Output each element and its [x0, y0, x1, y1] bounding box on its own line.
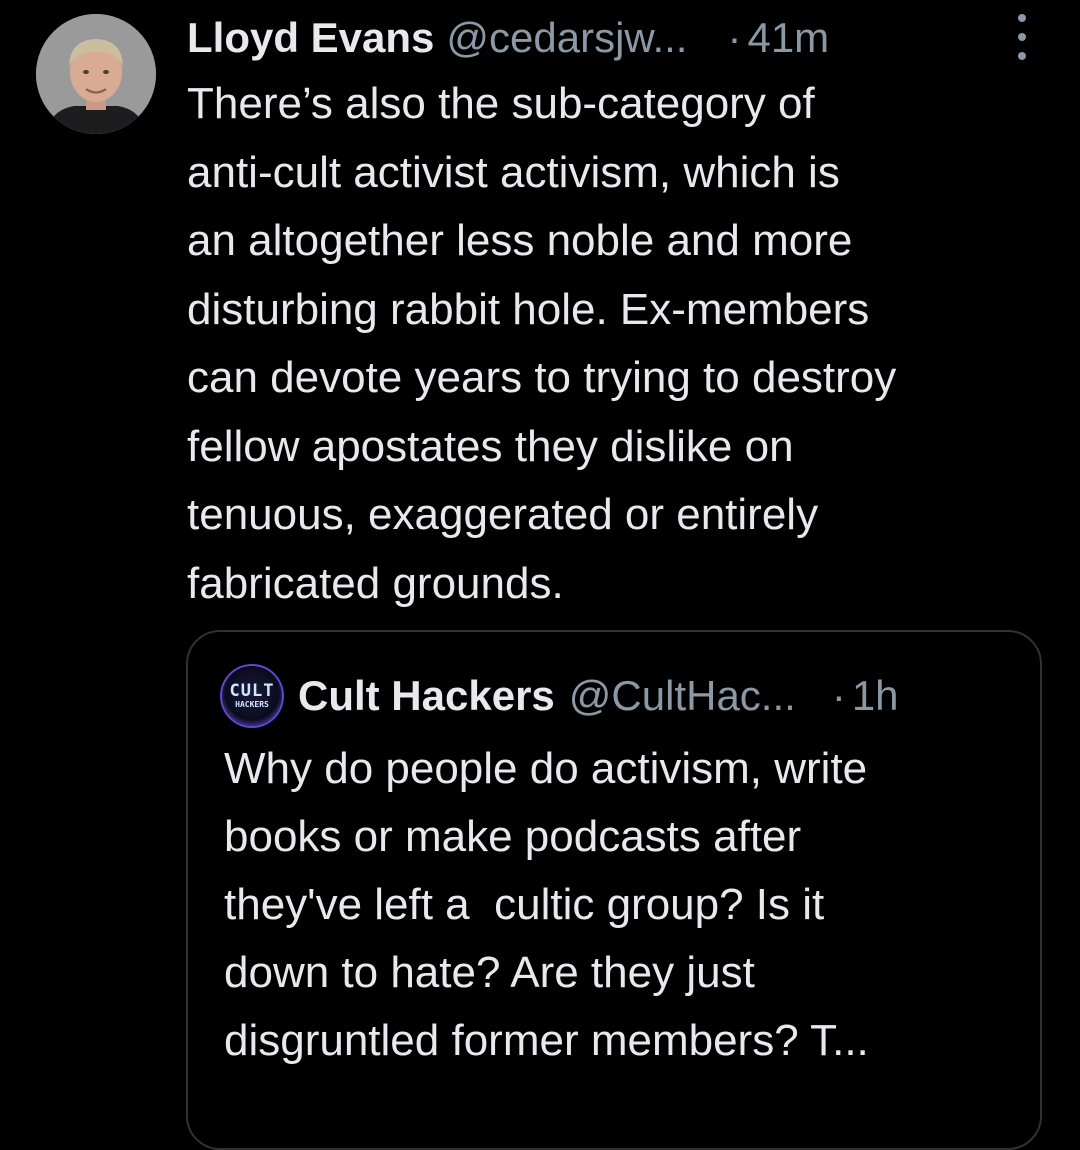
cult-hackers-logo-text: CULT — [229, 681, 275, 701]
quoted-author-avatar[interactable]: CULT HACKERS — [222, 666, 282, 726]
more-dot — [1018, 52, 1026, 60]
quoted-text-line: books or make podcasts after — [224, 812, 802, 861]
tweet-text-line: an altogether less noble and more — [187, 216, 853, 265]
author-avatar-photo — [36, 14, 156, 134]
tweet-text-line: tenuous, exaggerated or entirely — [187, 490, 819, 539]
tweet-text-line: can devote years to trying to destroy — [187, 353, 897, 402]
tweet[interactable]: Lloyd Evans @cedarsjw... · 41m There’s a… — [0, 0, 1080, 1150]
tweet-text-line: fellow apostates they dislike on — [187, 421, 794, 471]
quoted-tweet-card[interactable]: CULT HACKERS Cult Hackers @CultHac... · … — [186, 630, 1042, 1150]
quoted-text-line: they've left a cultic group? Is it — [224, 880, 825, 929]
quoted-header-separator: · — [831, 672, 846, 719]
quoted-text-line: Why do people do activism, write — [224, 744, 868, 793]
tweet-text: There’s also the sub-category of anti-cu… — [187, 70, 1067, 618]
quoted-author-handle[interactable]: @CultHac... — [569, 672, 796, 720]
quoted-tweet-text: Why do people do activism, write books o… — [224, 735, 1024, 1075]
tweet-text-line: disturbing rabbit hole. Ex-members — [187, 284, 870, 334]
more-dot — [1018, 14, 1026, 22]
quoted-author-display-name[interactable]: Cult Hackers — [298, 672, 555, 720]
quoted-tweet-header: CULT HACKERS Cult Hackers @CultHac... · … — [222, 666, 1022, 726]
quoted-text-line: down to hate? Are they just — [224, 948, 755, 997]
more-dot — [1018, 33, 1026, 41]
tweet-text-line: anti-cult activist activism, which is — [187, 147, 840, 197]
tweet-text-line: fabricated grounds. — [187, 558, 564, 608]
author-avatar[interactable] — [36, 14, 156, 134]
cult-hackers-logo-subtext: HACKERS — [235, 700, 269, 709]
quoted-tweet-timestamp[interactable]: 1h — [852, 672, 899, 720]
quoted-text-line: disgruntled former members? T... — [224, 1016, 869, 1065]
tweet-header: Lloyd Evans @cedarsjw... · 41m — [187, 12, 1037, 64]
author-display-name[interactable]: Lloyd Evans — [187, 12, 434, 64]
more-vertical-icon[interactable] — [1008, 14, 1036, 60]
tweet-text-line: There’s also the sub-category of — [187, 79, 815, 128]
tweet-timestamp[interactable]: 41m — [747, 12, 829, 64]
author-handle[interactable]: @cedarsjw... — [446, 12, 687, 64]
header-separator: · — [727, 14, 742, 61]
